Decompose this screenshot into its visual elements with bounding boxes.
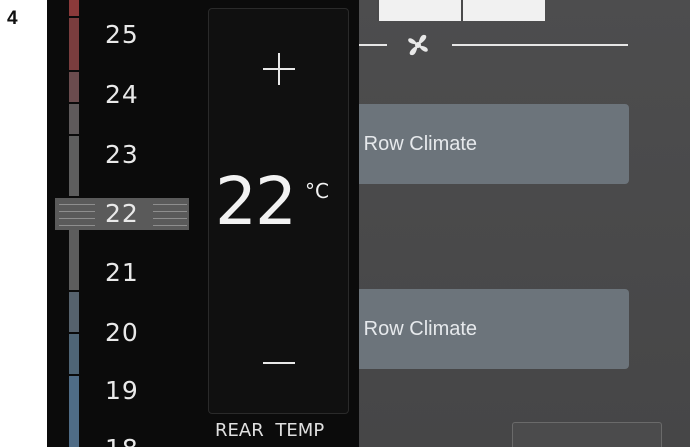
band-lines-left (59, 198, 95, 230)
scale-label-24: 24 (105, 80, 139, 109)
step-number: 4 (7, 8, 18, 29)
climate-button-2-label: d Row Climate (347, 317, 478, 340)
plus-icon[interactable] (259, 49, 299, 89)
scale-segment (69, 292, 79, 332)
scale-label-22: 22 (105, 199, 139, 228)
scale-segment (69, 0, 79, 16)
seat-button-1[interactable] (377, 0, 461, 21)
scale-label-25: 25 (105, 20, 139, 49)
scale-label-18: 18 (105, 434, 165, 447)
scale-label-19: 19 (105, 376, 139, 405)
scale-label-21: 21 (105, 258, 139, 287)
rear-temp-panel: 22 °C (208, 8, 349, 414)
rear-temp-overlay: 25 24 23 22 21 20 19 18 22 °C REAR TEMP (47, 0, 359, 447)
scale-segment (69, 136, 79, 196)
fan-divider-right (452, 44, 628, 46)
climate-button-2[interactable]: d Row Climate (347, 289, 629, 369)
fan-icon[interactable] (404, 32, 432, 58)
rear-temp-value: 22 (215, 163, 297, 240)
minus-icon[interactable] (259, 343, 299, 383)
scale-segment (69, 72, 79, 102)
climate-button-1[interactable]: d Row Climate (347, 104, 629, 184)
scale-segment (69, 230, 79, 290)
scale-label-20: 20 (105, 318, 139, 347)
rear-temp-label: REAR TEMP (215, 420, 325, 441)
seat-button-2[interactable] (461, 0, 545, 21)
rear-temp-unit: °C (305, 179, 329, 203)
scale-segment (69, 334, 79, 374)
bottom-button[interactable] (512, 422, 662, 447)
scale-segment (69, 376, 79, 447)
scale-label-23: 23 (105, 140, 139, 169)
scale-segment (69, 104, 79, 134)
climate-button-1-label: d Row Climate (347, 132, 478, 155)
scale-segment (69, 18, 79, 70)
background-panel (347, 0, 690, 447)
climate-screen: d Row Climate d Row Climate 25 24 23 22 … (47, 0, 690, 447)
